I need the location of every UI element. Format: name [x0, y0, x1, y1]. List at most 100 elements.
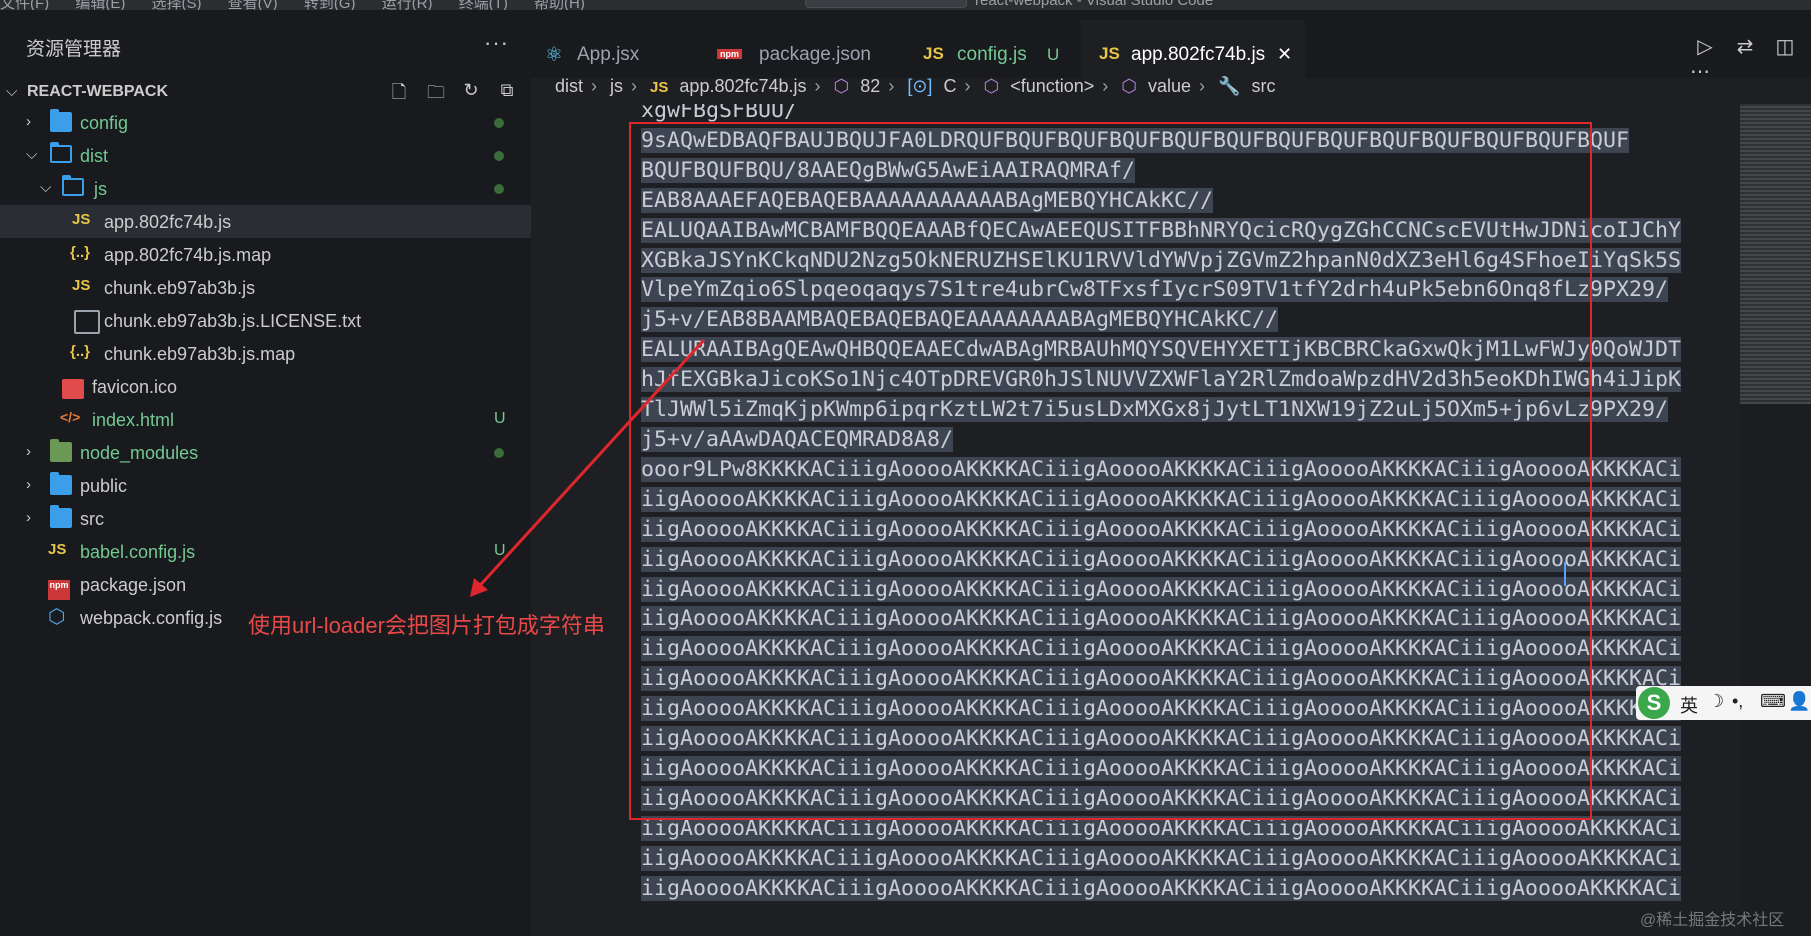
- breadcrumb-item[interactable]: value: [1148, 76, 1191, 96]
- tree-item-index-html[interactable]: </> index.html U: [0, 403, 531, 436]
- collapse-all-icon[interactable]: ⧉: [496, 80, 518, 102]
- menu-bar: 文件(F) 编辑(E) 选择(S) 查看(V) 转到(G) 运行(R) 终端(T…: [0, 0, 1811, 10]
- breadcrumb: dist › js › JS app.802fc74b.js › ⬡ 82 › [⊙] …: [555, 76, 1282, 102]
- menu-go[interactable]: 转到(G): [304, 0, 356, 10]
- tree-item-label: index.html: [92, 410, 175, 430]
- chevron-right-icon: ›: [964, 76, 971, 96]
- minimap[interactable]: [1740, 104, 1811, 936]
- tree-item-label: chunk.eb97ab3b.js.map: [104, 344, 296, 364]
- tree-item-label: js: [94, 179, 107, 199]
- menu-terminal[interactable]: 终端(T): [459, 0, 508, 10]
- js-file-icon: JS: [650, 79, 669, 96]
- menu-selection[interactable]: 选择(S): [152, 0, 202, 10]
- tree-item-node-modules[interactable]: › node_modules: [0, 436, 531, 469]
- more-actions-icon[interactable]: ···: [484, 30, 509, 56]
- tree-item-js[interactable]: ⌵ js: [0, 172, 531, 205]
- tree-item-label: src: [80, 509, 104, 529]
- code-line[interactable]: iigAooooAKKKKACiiigAooooAKKKKACiiigAoooo…: [641, 844, 1682, 874]
- tree-item-public[interactable]: › public: [0, 469, 531, 502]
- tree-item-label: public: [80, 476, 128, 496]
- npm-icon: npm: [717, 49, 742, 59]
- menu-run[interactable]: 运行(R): [382, 0, 433, 10]
- json-file-icon: {..}: [70, 343, 91, 360]
- tab-package-json[interactable]: npm package.json: [701, 20, 901, 78]
- run-icon[interactable]: ▷: [1685, 34, 1725, 59]
- webpack-icon: ⬡: [48, 606, 66, 628]
- compare-icon[interactable]: ⇄: [1725, 34, 1765, 59]
- tree-item-label: config: [80, 113, 129, 133]
- tree-item-license-txt[interactable]: chunk.eb97ab3b.js.LICENSE.txt: [0, 304, 531, 337]
- new-folder-icon[interactable]: 🗀: [425, 80, 447, 102]
- tree-item-app-js[interactable]: JS app.802fc74b.js: [0, 205, 531, 238]
- node-folder-icon: [50, 439, 72, 462]
- split-editor-icon[interactable]: ◫: [1765, 34, 1805, 59]
- minimap-content: [1740, 104, 1811, 404]
- tab-config-js[interactable]: JS config.js U: [901, 20, 1081, 78]
- command-center[interactable]: [805, 0, 967, 8]
- tree-item-src[interactable]: › src: [0, 502, 531, 535]
- chevron-right-icon: ›: [1102, 76, 1109, 96]
- annotation-text: 使用url-loader会把图片打包成字符串: [248, 613, 605, 638]
- chevron-right-icon: ›: [814, 76, 821, 96]
- watermark: @稀土掘金技术社区: [1640, 912, 1785, 929]
- tree-item-favicon[interactable]: favicon.ico: [0, 370, 531, 403]
- editor-tab-bar: ⚛ App.jsx npm package.json JS config.js …: [531, 10, 1811, 83]
- chevron-down-icon: ⌵: [40, 179, 52, 196]
- tree-item-label: node_modules: [80, 443, 199, 463]
- js-file-icon: JS: [72, 211, 91, 228]
- chevron-right-icon: ›: [631, 76, 638, 96]
- html-file-icon: </>: [60, 409, 81, 425]
- breadcrumb-item[interactable]: C: [943, 76, 956, 96]
- folder-icon: [50, 109, 72, 132]
- tab-app-jsx[interactable]: ⚛ App.jsx: [531, 20, 701, 78]
- menu-edit[interactable]: 编辑(E): [75, 0, 125, 10]
- breadcrumb-item[interactable]: 82: [860, 76, 880, 96]
- selected-text: iigAooooAKKKKACiiigAooooAKKKKACiiigAoooo…: [641, 845, 1682, 871]
- sogou-logo[interactable]: S: [1638, 687, 1670, 719]
- tree-item-label: app.802fc74b.js.map: [104, 245, 272, 265]
- new-file-icon[interactable]: 🗋: [388, 80, 410, 102]
- breadcrumb-item[interactable]: js: [610, 76, 623, 96]
- js-file-icon: JS: [72, 277, 91, 294]
- tab-app-js[interactable]: JS app.802fc74b.js ✕: [1081, 20, 1305, 78]
- breadcrumb-item[interactable]: src: [1252, 76, 1276, 96]
- selected-text: iigAooooAKKKKACiiigAooooAKKKKACiiigAoooo…: [641, 875, 1682, 901]
- refresh-icon[interactable]: ↻: [460, 80, 482, 102]
- breadcrumb-item[interactable]: app.802fc74b.js: [679, 76, 806, 96]
- code-line[interactable]: iigAooooAKKKKACiiigAooooAKKKKACiiigAoooo…: [641, 874, 1682, 904]
- explorer-sidebar: 资源管理器 ··· ⌵ REACT-WEBPACK 🗋 🗀 ↻ ⧉ › conf…: [0, 10, 531, 936]
- function-icon: ⬡: [983, 76, 1000, 96]
- text-file-icon: [74, 310, 100, 334]
- variable-icon: [⊙]: [907, 76, 933, 96]
- tree-item-dist[interactable]: ⌵ dist: [0, 139, 531, 172]
- json-file-icon: {..}: [70, 244, 91, 261]
- user-icon[interactable]: 👤: [1788, 691, 1810, 712]
- tree-item-label: app.802fc74b.js: [104, 212, 232, 232]
- menu-view[interactable]: 查看(V): [228, 0, 278, 10]
- tab-label: config.js: [957, 44, 1027, 65]
- tree-item-label: chunk.eb97ab3b.js.LICENSE.txt: [104, 311, 362, 331]
- tree-item-app-js-map[interactable]: {..} app.802fc74b.js.map: [0, 238, 531, 271]
- menu-help[interactable]: 帮助(H): [534, 0, 585, 10]
- tree-item-babel-config[interactable]: JS babel.config.js U: [0, 535, 531, 568]
- breadcrumb-item[interactable]: dist: [555, 76, 583, 96]
- tree-item-package-json[interactable]: npm package.json: [0, 568, 531, 601]
- react-icon: ⚛: [545, 44, 563, 66]
- keyboard-icon[interactable]: ⌨: [1760, 691, 1786, 712]
- module-icon: ⬡: [833, 76, 850, 96]
- moon-icon[interactable]: ☽: [1708, 691, 1724, 712]
- close-icon[interactable]: ✕: [1277, 44, 1292, 65]
- tree-item-chunk-js-map[interactable]: {..} chunk.eb97ab3b.js.map: [0, 337, 531, 370]
- chevron-right-icon: ›: [26, 443, 31, 460]
- more-actions-icon[interactable]: ⋯: [1685, 59, 1715, 84]
- tree-item-chunk-js[interactable]: JS chunk.eb97ab3b.js: [0, 271, 531, 304]
- tree-item-config[interactable]: › config: [0, 106, 531, 139]
- menu-file[interactable]: 文件(F): [0, 0, 49, 10]
- punct-icon[interactable]: •,: [1732, 691, 1743, 712]
- ime-toolbar[interactable]: S 英 ☽ •, ⌨ 👤: [1636, 686, 1811, 720]
- js-file-icon: JS: [48, 541, 67, 558]
- ime-language[interactable]: 英: [1680, 692, 1698, 718]
- workspace-root[interactable]: ⌵ REACT-WEBPACK 🗋 🗀 ↻ ⧉: [0, 76, 531, 106]
- wrench-icon: 🔧: [1218, 76, 1241, 96]
- breadcrumb-item[interactable]: <function>: [1010, 76, 1094, 96]
